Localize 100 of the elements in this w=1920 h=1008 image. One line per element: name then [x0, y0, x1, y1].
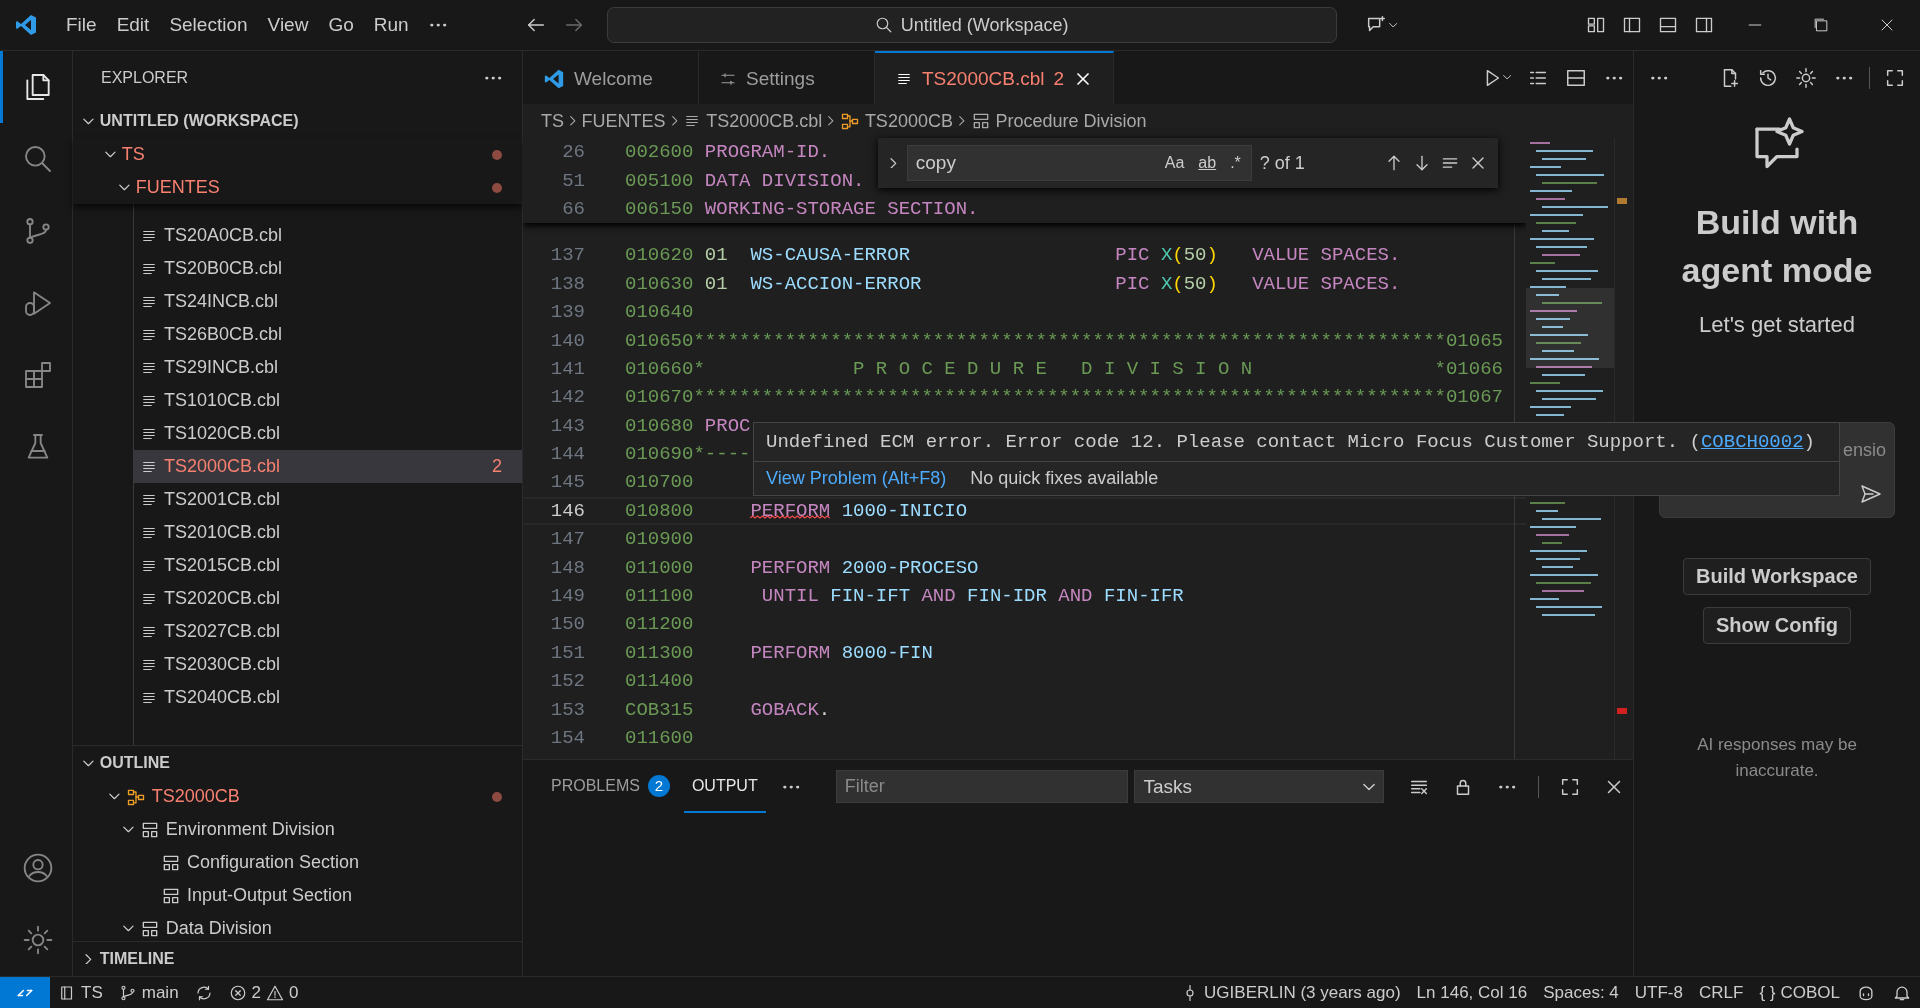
menu-item[interactable]: File [56, 10, 107, 40]
code-text: GOBACK. [749, 698, 831, 721]
panel-tab[interactable]: PROBLEMS 2 [543, 760, 678, 813]
section-header[interactable]: UNTITLED (WORKSPACE) [73, 104, 522, 138]
braces-glyph: { } [1759, 982, 1776, 1003]
sync-icon[interactable] [194, 983, 213, 1002]
action-button[interactable]: Show Config [1702, 607, 1852, 644]
branch-item[interactable]: main [110, 982, 187, 1003]
blame-item[interactable]: UGIBERLIN (3 years ago) [1173, 982, 1409, 1003]
explorer-item[interactable]: TS2001CB.cbl [134, 483, 522, 516]
sequence-number: 010800 [625, 499, 694, 522]
explorer-item[interactable]: TS2027CB.cbl [134, 615, 522, 648]
folder-item[interactable]: FUENTES [73, 171, 522, 204]
folder-item[interactable]: TS [73, 138, 522, 171]
explorer-item[interactable]: TS2020CB.cbl [134, 582, 522, 615]
toggle-option[interactable]: Aa [1160, 152, 1189, 174]
sequence-number: 011000 [625, 556, 694, 579]
sequence-number: 010620 [625, 244, 694, 267]
breadcrumb[interactable]: TS2000CB [839, 110, 953, 132]
sequence-number: 011300 [625, 641, 694, 664]
code-text: WORKING-STORAGE SECTION. [703, 197, 979, 220]
status-item[interactable]: UTF-8 [1626, 982, 1691, 1003]
menu-item[interactable]: Run [363, 10, 419, 40]
sequence-number: 006150 [625, 197, 694, 220]
sequence-number: 005100 [625, 169, 694, 192]
error-code-link[interactable]: COBCH0002 [1700, 431, 1804, 453]
sequence-number: 010690 [625, 443, 694, 466]
problems-item[interactable]: 2 0 [220, 982, 307, 1003]
explorer-item[interactable]: TS2030CB.cbl [134, 648, 522, 681]
line-number: 145 [549, 471, 585, 494]
tasks-dropdown[interactable]: Tasks [1134, 770, 1385, 803]
section-header[interactable]: OUTLINE [73, 745, 522, 780]
menu-item[interactable]: Selection [159, 10, 258, 40]
explorer-item[interactable]: TS26B0CB.cbl [134, 318, 522, 351]
explorer-item[interactable]: TS2000CB.cbl 2 [134, 450, 522, 483]
language-item[interactable]: { } COBOL [1751, 982, 1848, 1003]
explorer-item[interactable]: TS2010CB.cbl [134, 516, 522, 549]
outline-item[interactable]: Environment Division [73, 813, 522, 846]
warning-icon [266, 983, 285, 1002]
section-header[interactable]: TIMELINE [73, 941, 522, 976]
menu-item[interactable]: Edit [106, 10, 160, 40]
panel-tab[interactable]: OUTPUT [683, 760, 766, 813]
filter-field[interactable]: Filter [835, 770, 1129, 803]
find-field[interactable]: copy Aa ab .* [906, 145, 1252, 181]
toggle-option[interactable]: ab [1194, 152, 1221, 174]
outline-item[interactable]: Configuration Section [73, 846, 522, 879]
explorer-item[interactable]: TS1020CB.cbl [134, 417, 522, 450]
view-problem-link[interactable]: View Problem (Alt+F8) [766, 468, 947, 489]
line-number: 142 [549, 386, 585, 409]
line-number: 154 [549, 727, 585, 749]
chevron-icon [826, 116, 836, 126]
editor-tab[interactable]: Welcome [523, 51, 699, 104]
caret-icon [1502, 73, 1511, 82]
status-item[interactable]: Spaces: 4 [1535, 982, 1627, 1003]
sidebar-left-icon[interactable] [1622, 15, 1642, 35]
command-center[interactable]: Untitled (Workspace) [606, 7, 1337, 43]
sequence-number: 011400 [625, 670, 694, 693]
status-item[interactable]: Ln 146, Col 16 [1408, 982, 1536, 1003]
send-icon[interactable] [1859, 482, 1883, 506]
layout-icon[interactable] [1586, 15, 1606, 35]
line-number: 140 [549, 329, 585, 352]
menu-item[interactable]: View [257, 10, 319, 40]
outline-item[interactable]: TS2000CB [73, 780, 522, 813]
explorer-item[interactable]: TS2040CB.cbl [134, 681, 522, 714]
panel-icon[interactable] [1658, 15, 1678, 35]
chevron-icon [123, 824, 134, 835]
outline-item[interactable]: Input-Output Section [73, 879, 522, 912]
menu-item[interactable]: Go [318, 10, 364, 40]
code-text: 01 WS-CAUSA-ERROR PIC X(50) VALUE SPACES. [703, 244, 1401, 267]
explorer-item[interactable]: TS20B0CB.cbl [134, 252, 522, 285]
scroll-marker [1617, 198, 1627, 204]
line-number: 151 [549, 641, 585, 664]
problem-count: 2 [492, 456, 502, 477]
outline-item[interactable]: Data Division [73, 912, 522, 941]
breadcrumb[interactable]: TS2000CB.cbl [683, 110, 823, 132]
error-message: Undefined ECM error. Error code 12. Please contact Micro Focus Customer Support. (COBCH0002) [765, 430, 1816, 455]
breadcrumb[interactable]: FUENTES [581, 110, 666, 132]
action-button[interactable]: Build Workspace [1683, 558, 1871, 595]
explorer-item[interactable]: TS20A0CB.cbl [134, 219, 522, 252]
status-item[interactable]: TS [50, 982, 111, 1003]
code-text: *---- [693, 443, 751, 466]
status-item[interactable]: CRLF [1690, 982, 1752, 1003]
problem-count: 2 [1053, 67, 1065, 90]
sequence-number: 010660 [625, 357, 694, 380]
chevron-icon[interactable] [888, 157, 899, 169]
search-icon [874, 16, 893, 34]
code-text: PERFORM 1000-INICIO [749, 499, 968, 522]
toggle-option[interactable]: .* [1226, 152, 1245, 174]
chat-subtitle: Let's get started [1699, 312, 1855, 338]
account-icon[interactable] [21, 852, 54, 884]
explorer-item[interactable]: TS29INCB.cbl [134, 351, 522, 384]
editor-tab[interactable]: TS2000CB.cbl 2 [875, 51, 1115, 104]
breadcrumb[interactable]: TS [541, 110, 564, 132]
chevron-icon [568, 116, 578, 126]
explorer-item[interactable]: TS2015CB.cbl [134, 549, 522, 582]
explorer-item[interactable]: TS24INCB.cbl [134, 285, 522, 318]
match-count: ? of 1 [1259, 152, 1305, 174]
sidebar-right-icon[interactable] [1694, 15, 1714, 35]
explorer-item[interactable]: TS1010CB.cbl [134, 384, 522, 417]
breadcrumb[interactable]: Procedure Division [970, 110, 1147, 132]
